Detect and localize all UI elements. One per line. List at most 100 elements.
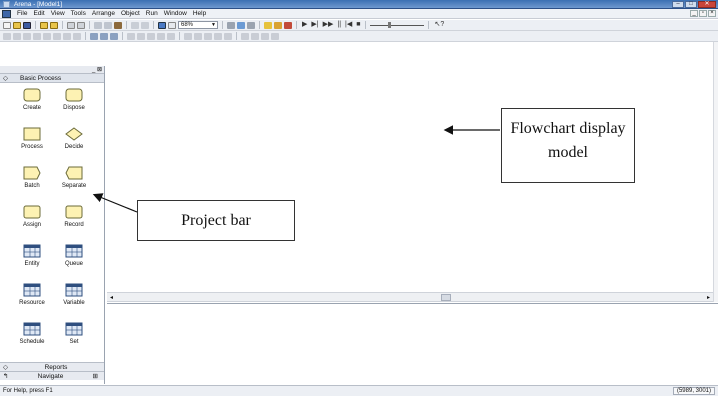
menu-run[interactable]: Run xyxy=(143,9,161,19)
shadow-icon[interactable] xyxy=(167,32,175,40)
line-style-icon[interactable] xyxy=(137,32,145,40)
print-icon[interactable] xyxy=(67,21,75,29)
fast-forward-icon[interactable]: ▶▶ xyxy=(322,21,335,29)
module-variable[interactable]: Variable xyxy=(54,283,94,306)
new-file-icon[interactable] xyxy=(3,21,11,29)
animate-icon[interactable] xyxy=(284,21,292,29)
spreadsheet-view[interactable] xyxy=(107,303,718,385)
zoom-icon[interactable] xyxy=(168,21,176,29)
step-icon[interactable]: ▶| xyxy=(310,21,319,29)
menu-arrange[interactable]: Arrange xyxy=(89,9,118,19)
toolbar-separator xyxy=(35,21,36,29)
variable-display-icon[interactable] xyxy=(184,32,192,40)
undo-icon[interactable] xyxy=(131,21,139,29)
basic-process-panel-header[interactable]: ◇ Basic Process xyxy=(0,74,104,83)
scroll-right-icon[interactable]: ▸ xyxy=(707,294,710,301)
save-icon[interactable] xyxy=(23,21,31,29)
module-queue[interactable]: Queue xyxy=(54,244,94,267)
storage-icon[interactable] xyxy=(261,32,269,40)
maximize-button[interactable]: □ xyxy=(685,1,697,8)
module-process[interactable]: Process xyxy=(12,127,52,150)
animation-speed-slider[interactable] xyxy=(370,21,425,29)
help-pointer-icon[interactable]: ↖? xyxy=(433,21,445,29)
module-entity[interactable]: Entity xyxy=(12,244,52,267)
text-color-icon[interactable] xyxy=(110,32,118,40)
minimize-button[interactable]: – xyxy=(672,1,684,8)
module-assign[interactable]: Assign xyxy=(12,205,52,228)
close-button[interactable]: ✕ xyxy=(698,1,716,8)
menu-window[interactable]: Window xyxy=(161,9,190,19)
slider-thumb[interactable] xyxy=(388,22,392,28)
module-resource[interactable]: Resource xyxy=(12,283,52,306)
module-label: Schedule xyxy=(19,339,45,345)
animate-connectors-icon[interactable] xyxy=(274,21,282,29)
line-icon[interactable] xyxy=(3,32,11,40)
arrow-style-icon[interactable] xyxy=(147,32,155,40)
parking-icon[interactable] xyxy=(271,32,279,40)
box-icon[interactable] xyxy=(43,32,51,40)
start-over-icon[interactable]: |◀ xyxy=(344,21,353,29)
menu-file[interactable]: File xyxy=(14,9,30,19)
horizontal-scrollbar[interactable]: ◂ ▸ xyxy=(107,292,713,302)
copy-icon[interactable] xyxy=(104,21,112,29)
station-icon[interactable] xyxy=(251,32,259,40)
connect-icon[interactable] xyxy=(237,21,245,29)
go-icon[interactable]: ▶ xyxy=(301,21,308,29)
resource-display-icon[interactable] xyxy=(194,32,202,40)
module-create[interactable]: Create xyxy=(12,88,52,111)
ellipse-icon[interactable] xyxy=(63,32,71,40)
redo-icon[interactable] xyxy=(141,21,149,29)
module-dispose[interactable]: Dispose xyxy=(54,88,94,111)
line-color-icon[interactable] xyxy=(90,32,98,40)
document-icon[interactable] xyxy=(2,9,11,18)
module-set[interactable]: Set xyxy=(54,322,94,345)
navigate-options-icon[interactable]: ⊞ xyxy=(93,372,98,380)
menu-tools[interactable]: Tools xyxy=(68,9,89,19)
module-separate[interactable]: Separate xyxy=(54,166,94,189)
fill-color-icon[interactable] xyxy=(100,32,108,40)
bezier-icon[interactable] xyxy=(33,32,41,40)
arc-icon[interactable] xyxy=(23,32,31,40)
scroll-thumb[interactable] xyxy=(441,294,451,301)
template-attach-icon[interactable] xyxy=(40,21,48,29)
plot-icon[interactable] xyxy=(204,32,212,40)
level-icon[interactable] xyxy=(224,32,232,40)
smart-connect-icon[interactable] xyxy=(247,21,255,29)
project-bar-close-icon[interactable]: _ ⊠ xyxy=(92,67,102,73)
open-folder-icon[interactable] xyxy=(13,21,21,29)
layers-icon[interactable] xyxy=(227,21,235,29)
vertical-scrollbar[interactable] xyxy=(713,42,718,302)
template-detach-icon[interactable] xyxy=(50,21,58,29)
paste-icon[interactable] xyxy=(114,21,122,29)
end-icon[interactable]: ■ xyxy=(355,21,361,29)
module-record[interactable]: Record xyxy=(54,205,94,228)
doc-close-button[interactable]: × xyxy=(708,10,716,17)
module-batch[interactable]: Batch xyxy=(12,166,52,189)
doc-restore-button[interactable]: ▫ xyxy=(699,10,707,17)
module-decide[interactable]: Decide xyxy=(54,127,94,150)
view-layers-icon[interactable] xyxy=(158,21,166,29)
print-preview-icon[interactable] xyxy=(77,21,85,29)
menu-help[interactable]: Help xyxy=(190,9,209,19)
fill-pattern-icon[interactable] xyxy=(157,32,165,40)
zoom-select[interactable]: 68% ▼ xyxy=(178,21,218,29)
menu-object[interactable]: Object xyxy=(118,9,143,19)
toolbar-separator xyxy=(122,32,123,40)
scroll-left-icon[interactable]: ◂ xyxy=(110,294,113,301)
cut-icon[interactable] xyxy=(94,21,102,29)
submodel-icon[interactable] xyxy=(264,21,272,29)
doc-minimize-button[interactable]: _ xyxy=(690,10,698,17)
text-icon[interactable] xyxy=(73,32,81,40)
line-width-icon[interactable] xyxy=(127,32,135,40)
module-label: Process xyxy=(21,144,43,150)
polygon-icon[interactable] xyxy=(53,32,61,40)
pause-icon[interactable]: || xyxy=(336,21,342,29)
polyline-icon[interactable] xyxy=(13,32,21,40)
histogram-icon[interactable] xyxy=(214,32,222,40)
navigate-panel-header[interactable]: ↰ Navigate ⊞ xyxy=(0,371,104,380)
reports-panel-header[interactable]: ◇ Reports xyxy=(0,362,104,371)
route-icon[interactable] xyxy=(241,32,249,40)
menu-view[interactable]: View xyxy=(48,9,68,19)
module-schedule[interactable]: Schedule xyxy=(12,322,52,345)
menu-edit[interactable]: Edit xyxy=(30,9,47,19)
